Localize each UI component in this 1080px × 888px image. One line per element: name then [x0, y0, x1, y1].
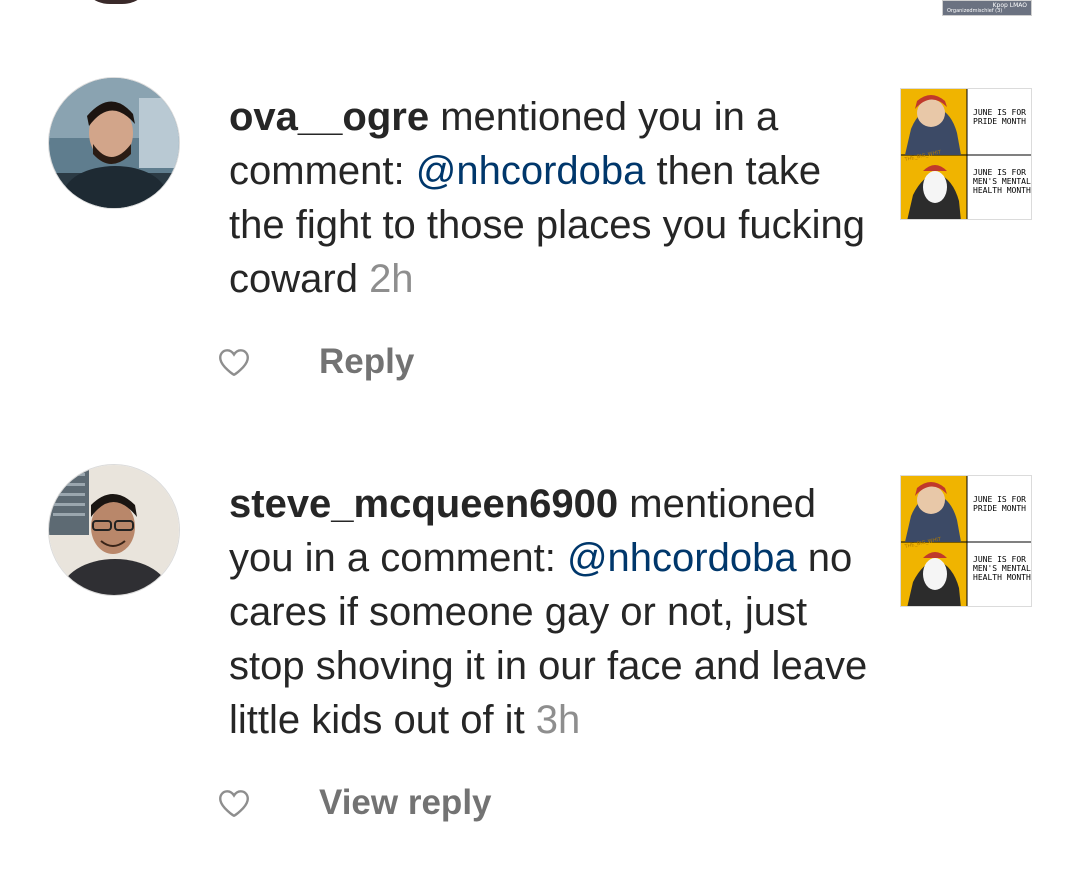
avatar-image — [49, 465, 179, 595]
thumbnail-panel2-text-line2: MEN'S MENTAL — [973, 564, 1031, 573]
timestamp: 2h — [369, 257, 414, 301]
thumbnail-panel2-text-line3: HEALTH MONTH — [973, 186, 1031, 195]
thumbnail-panel1-text-line1: JUNE IS FOR — [973, 108, 1026, 117]
thumbnail-panel1-text-line2: PRIDE MONTH — [973, 117, 1026, 126]
mention-link[interactable]: @nhcordoba — [416, 149, 646, 193]
username[interactable]: steve_mcqueen6900 — [229, 482, 618, 526]
meme-thumbnail-image: THE_BIG_WHIT JUNE IS FOR PRIDE MONTH JUN… — [901, 476, 1031, 606]
username[interactable]: ova__ogre — [229, 95, 429, 139]
reply-button[interactable]: Reply — [319, 342, 414, 382]
notification-text: ova__ogre mentioned you in a comment: @n… — [229, 90, 869, 306]
thumbnail-panel2-text-line2: MEN'S MENTAL — [973, 177, 1031, 186]
thumbnail-panel1-text-line2: PRIDE MONTH — [973, 504, 1026, 513]
heart-outline-icon[interactable] — [216, 344, 252, 380]
avatar-image — [49, 78, 179, 208]
view-reply-button[interactable]: View reply — [319, 783, 492, 823]
heart-outline-icon[interactable] — [216, 785, 252, 821]
thumbnail-panel1-text-line1: JUNE IS FOR — [973, 495, 1026, 504]
thumbnail-panel2-text-line3: HEALTH MONTH — [973, 573, 1031, 582]
timestamp: 3h — [535, 698, 581, 742]
previous-post-thumbnail-fragment[interactable]: Kpop LMAO Organizedmischief (3) — [942, 0, 1032, 16]
previous-thumbnail-caption: Organizedmischief (3) — [947, 8, 1003, 14]
notification-text: steve_mcqueen6900 mentioned you in a com… — [229, 477, 869, 747]
avatar[interactable] — [48, 77, 180, 209]
avatar[interactable] — [48, 464, 180, 596]
thumbnail-panel2-text-line1: JUNE IS FOR — [973, 168, 1026, 177]
post-thumbnail[interactable]: THE_BIG_WHIT JUNE IS FOR PRIDE MONTH JUN… — [900, 88, 1032, 220]
post-thumbnail[interactable]: THE_BIG_WHIT JUNE IS FOR PRIDE MONTH JUN… — [900, 475, 1032, 607]
meme-thumbnail-image: THE_BIG_WHIT JUNE IS FOR PRIDE MONTH JUN… — [901, 89, 1031, 219]
previous-avatar-fragment[interactable] — [78, 0, 154, 4]
mention-link[interactable]: @nhcordoba — [567, 536, 797, 580]
thumbnail-panel2-text-line1: JUNE IS FOR — [973, 555, 1026, 564]
